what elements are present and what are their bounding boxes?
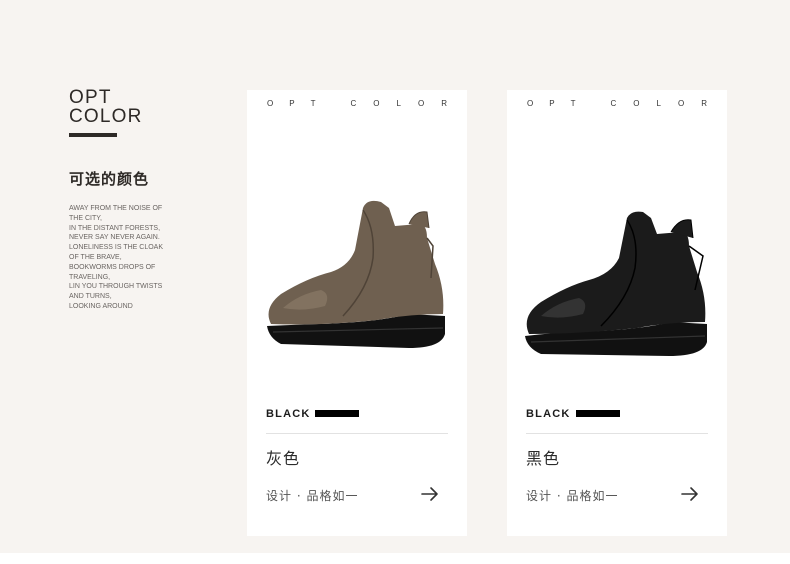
card-header-opt: O P T (527, 99, 591, 108)
header-letter: C (610, 99, 617, 108)
header-letter: C (350, 99, 357, 108)
header-letter: O (417, 99, 425, 108)
poem-line: LIN YOU THROUGH TWISTS (69, 283, 163, 291)
card-header: O P T C O L O R (527, 99, 707, 108)
poem-line: BOOKWORMS DROPS OF (69, 263, 156, 271)
header-letter: O (267, 99, 274, 108)
color-swatch-bar (576, 410, 620, 417)
color-card-grey[interactable]: O P T C O L O R BLACK 灰色 设计 · 品格如一 (247, 90, 467, 536)
poem-line: IN THE DISTANT FORESTS, (69, 224, 161, 232)
header-letter: O (373, 99, 380, 108)
color-swatch-bar (315, 410, 359, 417)
brand-title: OPT COLOR (69, 87, 143, 127)
header-letter: R (701, 99, 707, 108)
arrow-right-icon[interactable] (421, 486, 439, 502)
divider (266, 433, 448, 434)
poem-line: LONELINESS IS THE CLOAK (69, 244, 164, 252)
header-letter: R (441, 99, 447, 108)
header-letter: T (310, 99, 316, 108)
header-letter: L (656, 99, 661, 108)
header-letter: T (570, 99, 576, 108)
color-name: 灰色 (266, 449, 301, 468)
header-letter: P (549, 99, 555, 108)
poem-line: THE CITY, (69, 214, 102, 222)
header-letter: L (396, 99, 401, 108)
header-letter: O (677, 99, 685, 108)
poem-line: AWAY FROM THE NOISE OF (69, 205, 163, 212)
card-header-opt: O P T (267, 99, 331, 108)
poem-line: AND TURNS, (69, 293, 112, 301)
card-header-color: C O L O R (594, 99, 707, 108)
arrow-right-icon[interactable] (681, 486, 699, 502)
card-header: O P T C O L O R (267, 99, 447, 108)
color-label: BLACK (526, 408, 571, 420)
poem-line: TRAVELING, (69, 273, 111, 281)
header-letter: O (527, 99, 534, 108)
color-card-black[interactable]: O P T C O L O R BLACK 黑色 设计 · 品格如一 (507, 90, 727, 536)
card-header-color: C O L O R (334, 99, 447, 108)
shoe-image-black (525, 211, 707, 356)
divider (526, 433, 708, 434)
shoe-image-grey (267, 200, 445, 348)
design-note: 设计 · 品格如一 (266, 489, 359, 503)
poem-text: AWAY FROM THE NOISE OF THE CITY, IN THE … (69, 204, 179, 312)
poem-line: NEVER SAY NEVER AGAIN. (69, 234, 160, 242)
left-panel: OPT COLOR 可选的颜色 AWAY FROM THE NOISE OF T… (69, 88, 179, 312)
poem-line: OF THE BRAVE, (69, 253, 122, 261)
header-letter: O (633, 99, 640, 108)
color-name: 黑色 (526, 449, 561, 468)
color-label: BLACK (266, 408, 311, 420)
poem-line: LOOKING AROUND (69, 302, 133, 310)
design-note: 设计 · 品格如一 (526, 489, 619, 503)
header-letter: P (289, 99, 295, 108)
color-options-heading: 可选的颜色 (69, 170, 150, 188)
brand-underline (69, 133, 117, 137)
